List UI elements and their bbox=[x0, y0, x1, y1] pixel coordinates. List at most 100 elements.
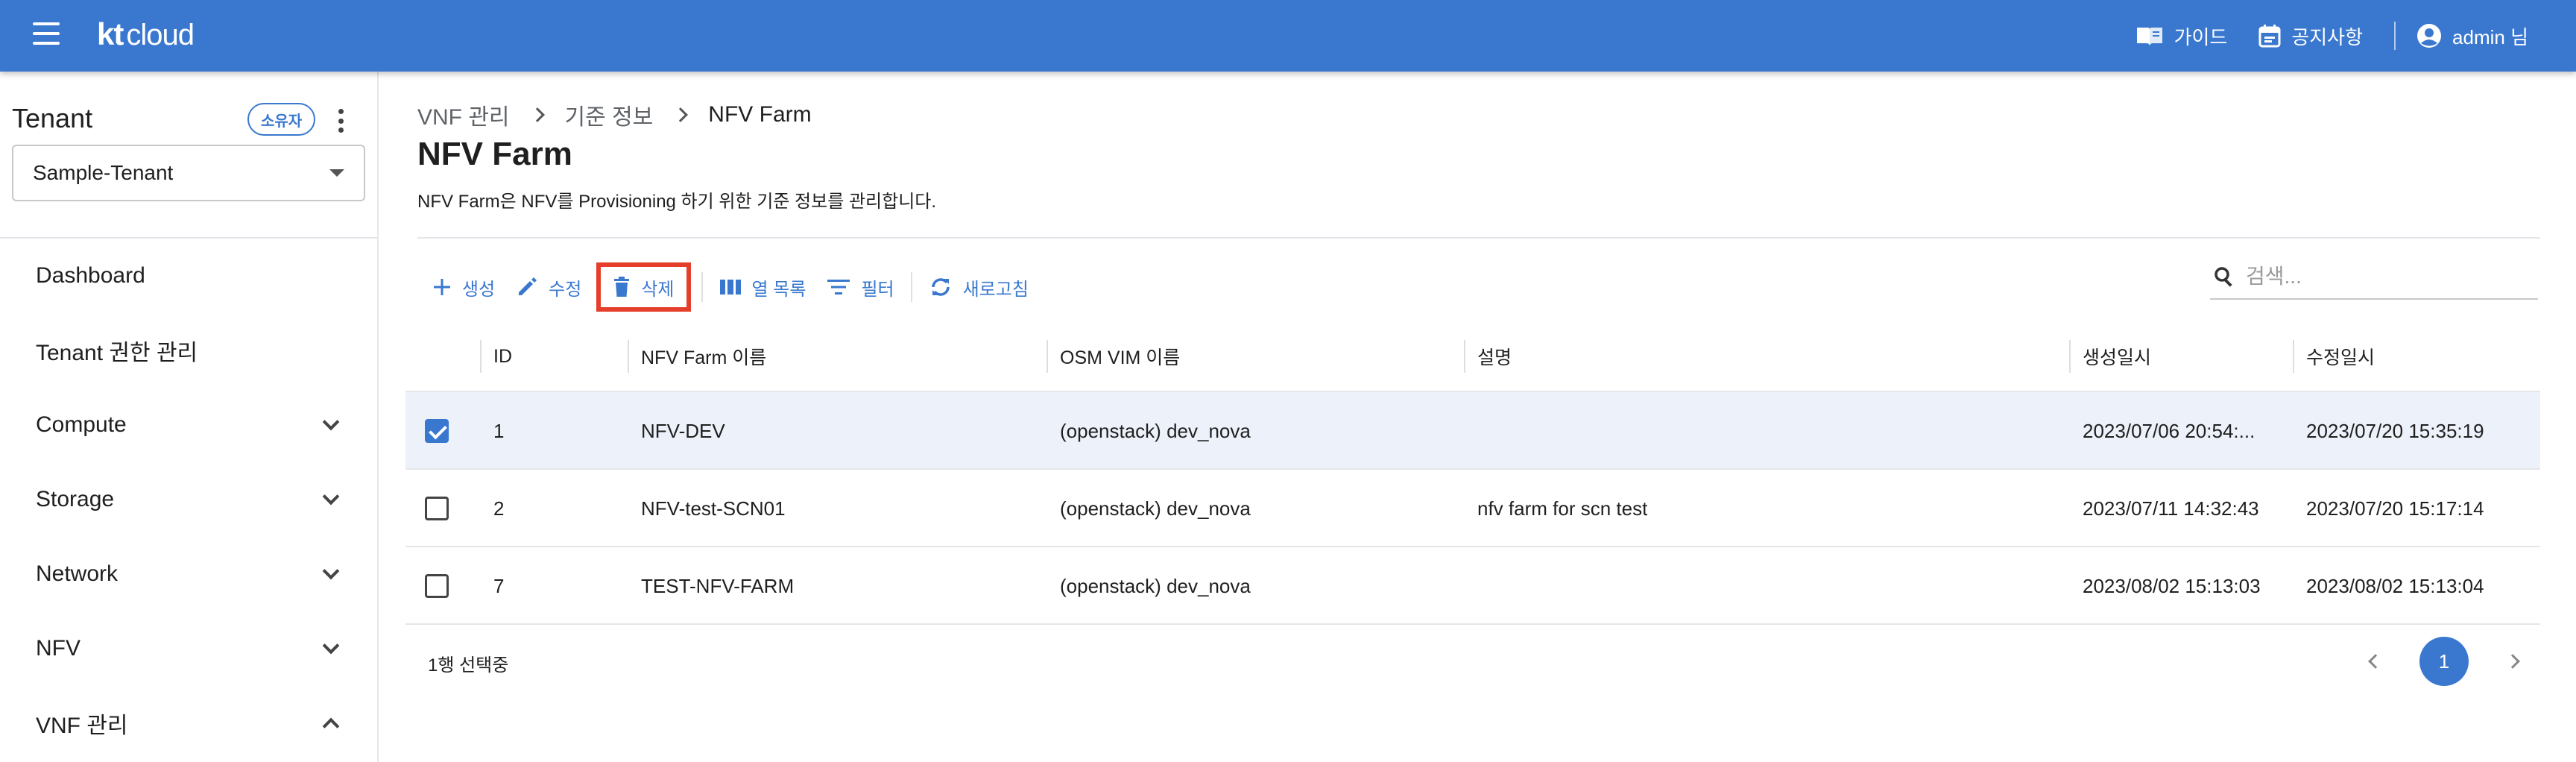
account-circle-icon bbox=[2417, 24, 2442, 48]
sidebar-item-label: Dashboard bbox=[36, 263, 145, 288]
pagination: 1 bbox=[2368, 637, 2520, 686]
chevron-up-icon bbox=[322, 717, 340, 735]
cell-id: 2 bbox=[493, 497, 505, 520]
columns-button[interactable]: 열 목록 bbox=[709, 262, 817, 312]
cell-updated: 2023/07/20 15:17:14 bbox=[2306, 497, 2484, 520]
cell-id: 1 bbox=[493, 419, 505, 442]
column-header-updated[interactable]: 수정일시 bbox=[2293, 321, 2375, 392]
sidebar-item-vnf-management[interactable]: VNF 관리 bbox=[0, 686, 377, 761]
chevron-right-icon[interactable] bbox=[2505, 654, 2520, 669]
view-column-icon bbox=[719, 280, 741, 295]
cell-created: 2023/08/02 15:13:03 bbox=[2083, 574, 2261, 597]
header-divider bbox=[417, 237, 2540, 239]
row-checkbox[interactable] bbox=[425, 497, 449, 520]
page-title: NFV Farm bbox=[417, 136, 572, 172]
sidebar-item-label: Compute bbox=[36, 412, 127, 437]
column-header-description[interactable]: 설명 bbox=[1464, 321, 1512, 392]
search-input[interactable] bbox=[2246, 265, 2514, 289]
breadcrumb-item-current: NFV Farm bbox=[708, 102, 812, 127]
sidebar-item-label: Storage bbox=[36, 487, 115, 511]
top-app-bar: kt cloud 가이드 공지사항 admin 님 bbox=[0, 0, 2576, 72]
chevron-left-icon[interactable] bbox=[2368, 654, 2383, 669]
tenant-select-value: Sample-Tenant bbox=[33, 161, 174, 184]
create-button[interactable]: 생성 bbox=[422, 262, 505, 312]
cell-vim: (openstack) dev_nova bbox=[1060, 419, 1251, 442]
breadcrumb-item-base-info[interactable]: 기준 정보 bbox=[565, 98, 654, 131]
row-checkbox[interactable] bbox=[425, 419, 449, 443]
table-row[interactable]: 7 TEST-NFV-FARM (openstack) dev_nova 202… bbox=[405, 547, 2540, 625]
refresh-label: 새로고침 bbox=[962, 279, 1029, 300]
chevron-down-icon bbox=[322, 562, 340, 580]
table-header-row: ID NFV Farm 이름 OSM VIM 이름 설명 생성일시 수정일시 bbox=[405, 321, 2540, 392]
hamburger-menu-icon[interactable] bbox=[30, 22, 63, 49]
plus-icon bbox=[434, 279, 450, 295]
breadcrumb-item-vnf-management[interactable]: VNF 관리 bbox=[417, 98, 510, 131]
calendar-icon bbox=[2258, 25, 2281, 48]
column-header-created[interactable]: 생성일시 bbox=[2069, 321, 2151, 392]
search-box[interactable] bbox=[2210, 255, 2538, 300]
create-label: 생성 bbox=[462, 279, 496, 300]
cell-created: 2023/07/11 14:32:43 bbox=[2083, 497, 2259, 520]
filter-button[interactable]: 필터 bbox=[816, 262, 904, 312]
toolbar-divider bbox=[910, 272, 912, 302]
cell-updated: 2023/08/02 15:13:04 bbox=[2306, 574, 2484, 597]
column-header-name[interactable]: NFV Farm 이름 bbox=[628, 321, 766, 392]
chevron-down-icon bbox=[322, 488, 340, 506]
trash-icon bbox=[614, 277, 630, 297]
cell-vim: (openstack) dev_nova bbox=[1060, 574, 1251, 597]
sidebar-item-dashboard[interactable]: Dashboard bbox=[0, 239, 377, 313]
cell-name: NFV-DEV bbox=[641, 419, 725, 442]
breadcrumb: VNF 관리 기준 정보 NFV Farm bbox=[417, 98, 812, 131]
sidebar-item-label: Network bbox=[36, 561, 119, 586]
more-vert-icon[interactable] bbox=[332, 106, 349, 136]
cell-vim: (openstack) dev_nova bbox=[1060, 497, 1251, 520]
table-row[interactable]: 2 NFV-test-SCN01 (openstack) dev_nova nf… bbox=[405, 470, 2540, 547]
cell-name: NFV-test-SCN01 bbox=[641, 497, 786, 520]
tenant-select[interactable]: Sample-Tenant bbox=[12, 145, 365, 201]
cell-id: 7 bbox=[493, 574, 505, 597]
cell-description bbox=[1464, 547, 1477, 625]
notice-label: 공지사항 bbox=[2291, 25, 2364, 48]
refresh-button[interactable]: 새로고침 bbox=[918, 262, 1039, 312]
columns-label: 열 목록 bbox=[751, 279, 806, 300]
row-checkbox[interactable] bbox=[425, 574, 449, 598]
chevron-down-icon bbox=[322, 413, 340, 431]
sidebar-item-network[interactable]: Network bbox=[0, 537, 377, 611]
guide-link[interactable]: 가이드 bbox=[2135, 22, 2227, 50]
chevron-right-icon bbox=[529, 107, 545, 122]
selection-count: 1행 선택중 bbox=[428, 655, 509, 676]
column-header-id[interactable]: ID bbox=[480, 321, 512, 392]
edit-label: 수정 bbox=[549, 279, 582, 300]
sidebar-item-label: NFV bbox=[36, 636, 80, 661]
edit-button[interactable]: 수정 bbox=[505, 262, 592, 312]
user-name: admin 님 bbox=[2452, 25, 2528, 48]
cell-description bbox=[1464, 392, 1477, 470]
sidebar-item-label: VNF 관리 bbox=[36, 714, 128, 738]
sidebar-item-tenant-permissions[interactable]: Tenant 권한 관리 bbox=[0, 313, 377, 388]
column-header-vim[interactable]: OSM VIM 이름 bbox=[1046, 321, 1180, 392]
sidebar-item-nfv[interactable]: NFV bbox=[0, 611, 377, 686]
sidebar-item-storage[interactable]: Storage bbox=[0, 462, 377, 537]
page-description: NFV Farm은 NFV를 Provisioning 하기 위한 기준 정보를… bbox=[417, 192, 937, 212]
chevron-right-icon bbox=[673, 107, 689, 122]
owner-badge: 소유자 bbox=[247, 103, 316, 136]
tenant-label: Tenant bbox=[12, 103, 93, 133]
user-menu[interactable]: admin 님 bbox=[2416, 22, 2528, 50]
refresh-icon bbox=[931, 278, 950, 296]
page-button-current[interactable]: 1 bbox=[2419, 637, 2469, 686]
logo-kt: kt bbox=[97, 16, 124, 51]
sidebar: Tenant 소유자 Sample-Tenant Dashboard Tenan… bbox=[0, 72, 379, 762]
delete-button[interactable]: 삭제 bbox=[596, 262, 691, 312]
book-icon bbox=[2136, 28, 2162, 45]
dropdown-arrow-icon bbox=[329, 169, 344, 177]
notice-link[interactable]: 공지사항 bbox=[2258, 22, 2363, 50]
sidebar-nav: Dashboard Tenant 권한 관리 Compute Storage N… bbox=[0, 239, 377, 761]
toolbar-divider bbox=[701, 272, 703, 302]
table-row[interactable]: 1 NFV-DEV (openstack) dev_nova 2023/07/0… bbox=[405, 392, 2540, 470]
header-divider bbox=[2394, 22, 2396, 50]
main-content: VNF 관리 기준 정보 NFV Farm NFV Farm NFV Farm은… bbox=[380, 72, 2576, 762]
filter-label: 필터 bbox=[861, 279, 894, 300]
chevron-down-icon bbox=[322, 637, 340, 655]
sidebar-item-compute[interactable]: Compute bbox=[0, 388, 377, 462]
kt-cloud-logo[interactable]: kt cloud bbox=[97, 16, 195, 52]
